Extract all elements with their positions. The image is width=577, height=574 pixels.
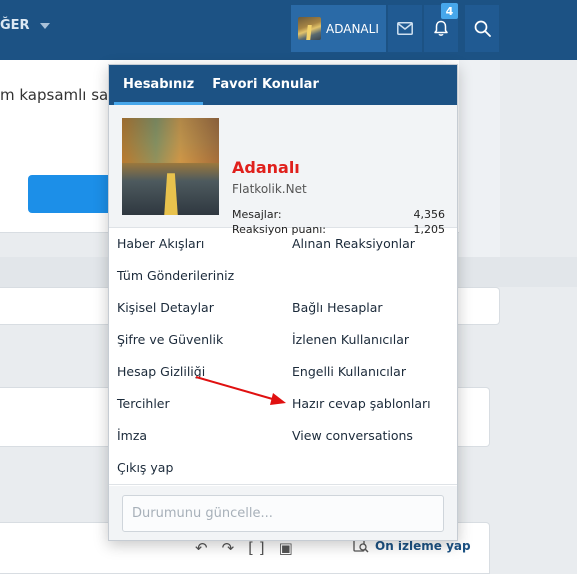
annotation-arrow: [195, 376, 286, 405]
